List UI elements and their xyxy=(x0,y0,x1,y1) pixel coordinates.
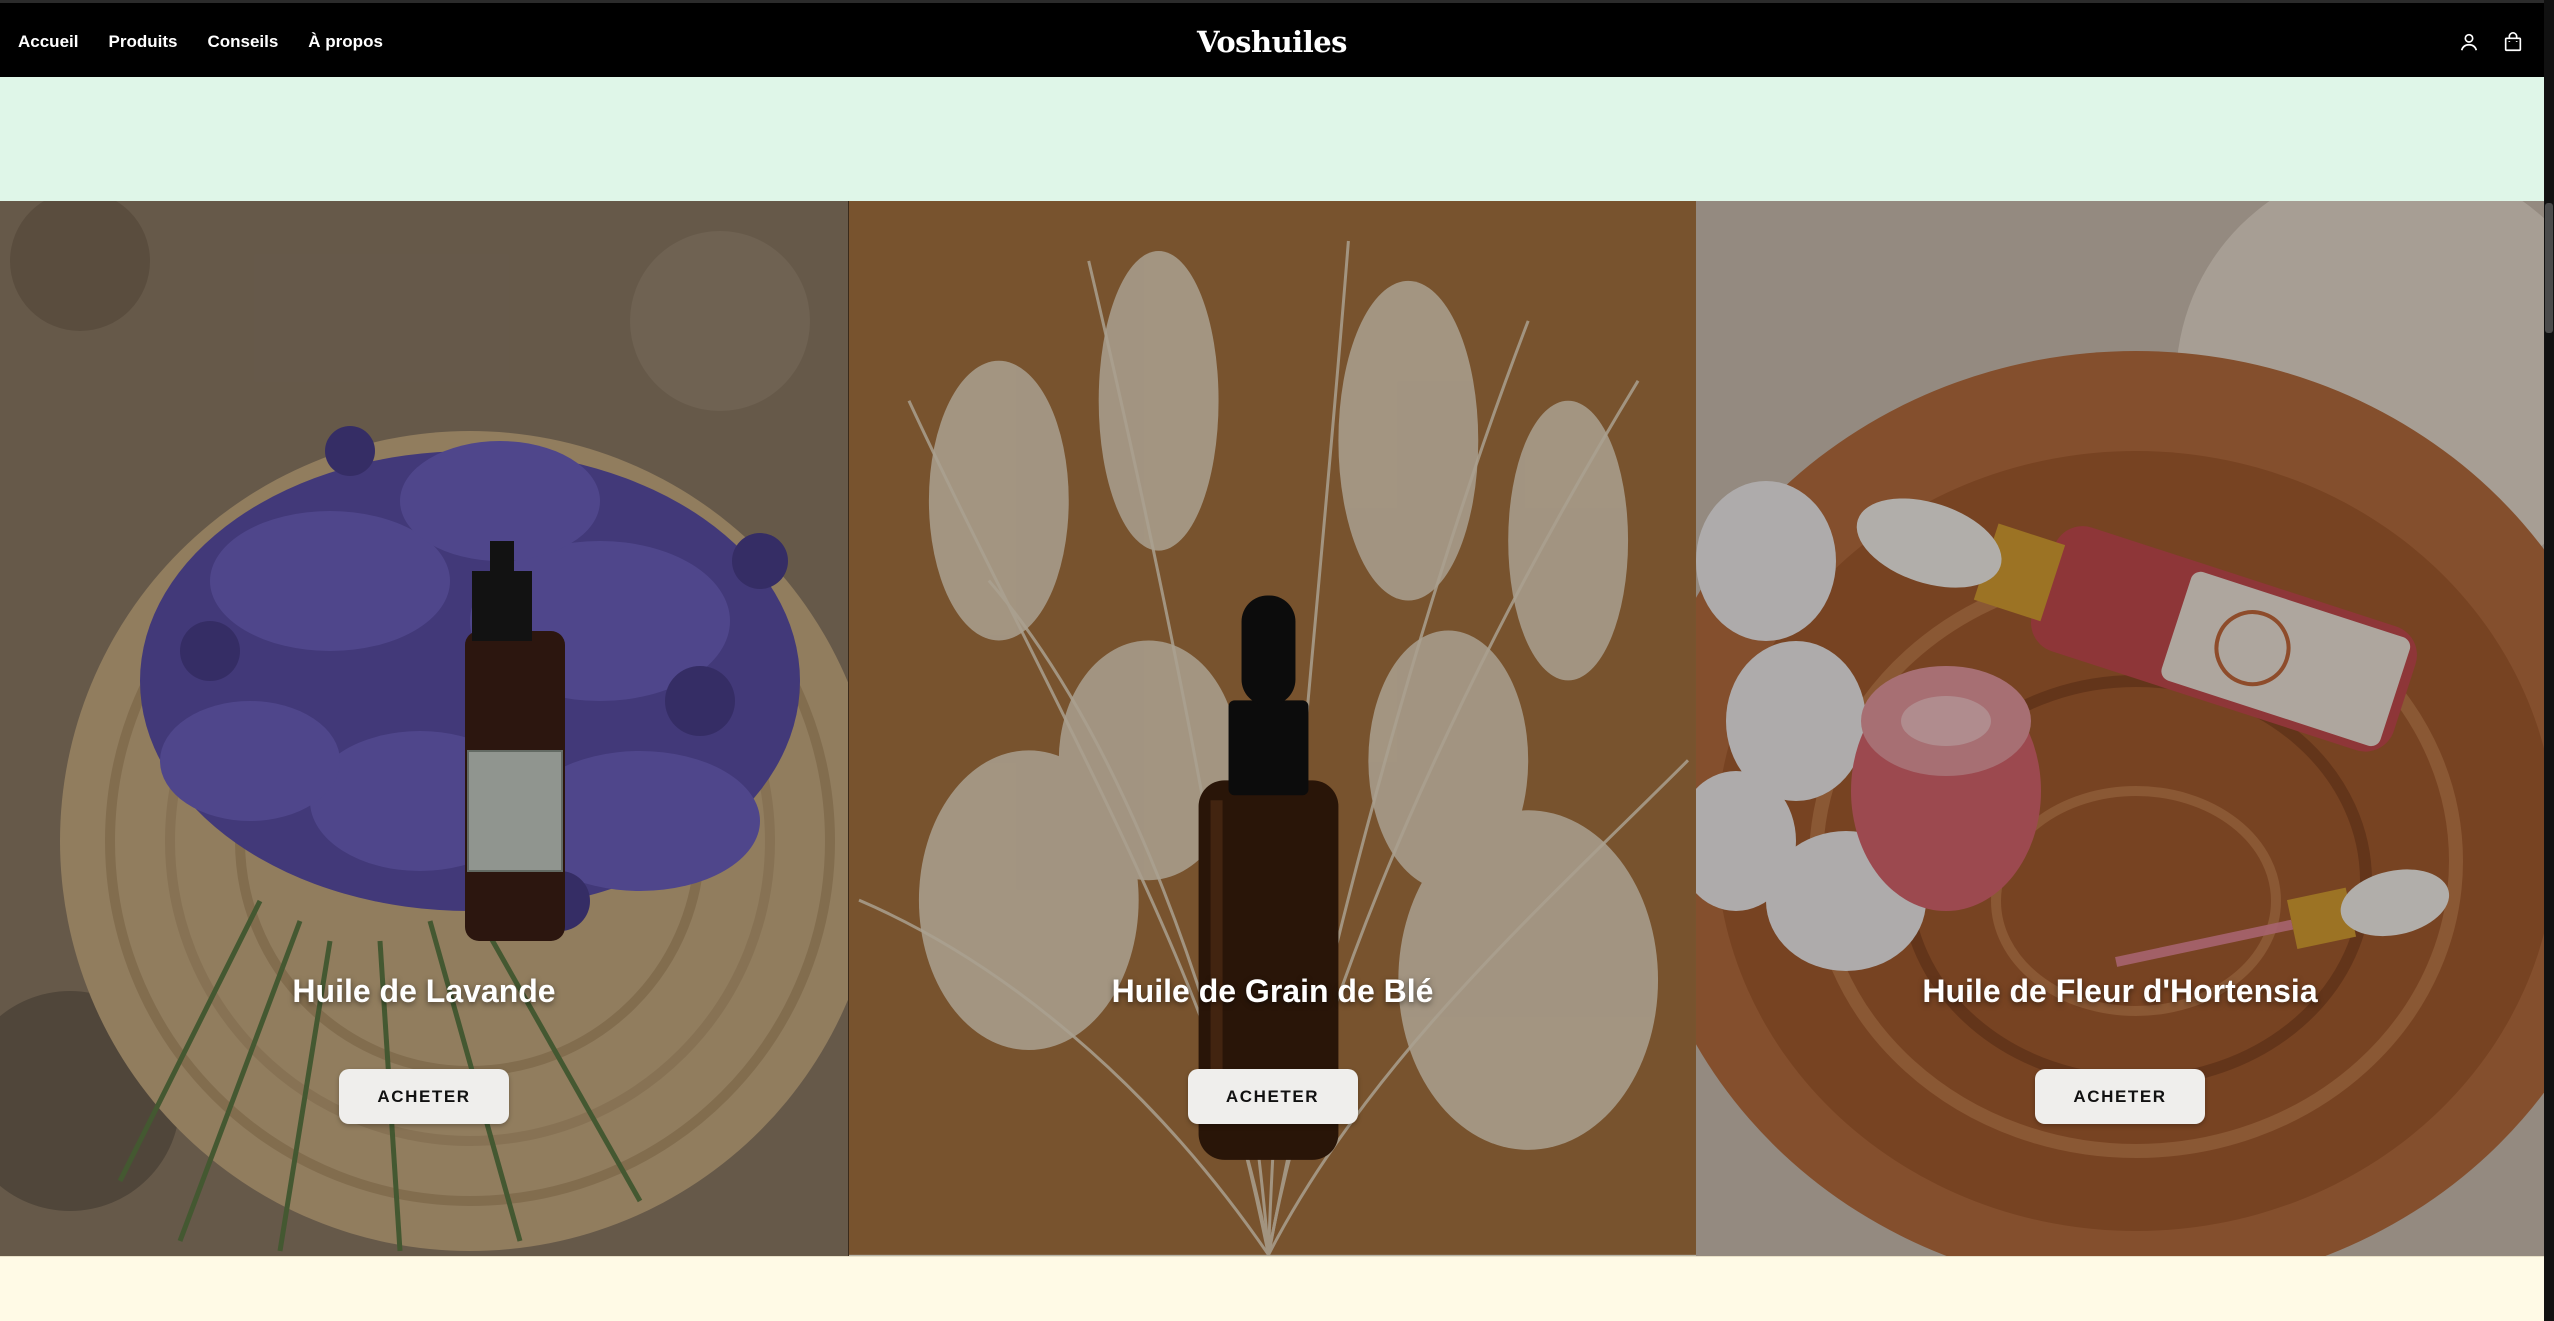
nav-link-accueil[interactable]: Accueil xyxy=(18,32,78,52)
brand-logo[interactable]: Voshuiles xyxy=(1197,3,1348,80)
product-card-lavande: Huile de Lavande ACHETER xyxy=(0,201,848,1256)
product-title: Huile de Fleur d'Hortensia xyxy=(1922,973,2318,1009)
main-nav: Accueil Produits Conseils À propos xyxy=(18,3,383,80)
nav-link-conseils[interactable]: Conseils xyxy=(207,32,278,52)
top-navbar: Accueil Produits Conseils À propos Voshu… xyxy=(0,0,2544,77)
footer-band xyxy=(0,1256,2544,1321)
scrollbar-thumb[interactable] xyxy=(2545,203,2553,333)
buy-button-fleur-hortensia[interactable]: ACHETER xyxy=(2035,1069,2205,1124)
shopping-bag-icon[interactable] xyxy=(2502,31,2524,53)
product-title: Huile de Grain de Blé xyxy=(1111,973,1434,1009)
product-title: Huile de Lavande xyxy=(292,973,556,1009)
buy-button-grain-de-ble[interactable]: ACHETER xyxy=(1187,1069,1358,1124)
page-scrollbar[interactable] xyxy=(2544,0,2554,1321)
buy-button-lavande[interactable]: ACHETER xyxy=(339,1069,509,1124)
nav-link-produits[interactable]: Produits xyxy=(108,32,177,52)
product-showcase: Huile de Lavande ACHETER Huile de Grain … xyxy=(0,201,2544,1256)
product-card-grain-de-ble: Huile de Grain de Blé ACHETER xyxy=(848,201,1696,1256)
nav-link-a-propos[interactable]: À propos xyxy=(308,32,383,52)
user-icon[interactable] xyxy=(2458,31,2480,53)
product-card-fleur-hortensia: Huile de Fleur d'Hortensia ACHETER xyxy=(1696,201,2544,1256)
nav-actions xyxy=(2458,3,2524,80)
promo-band xyxy=(0,77,2544,201)
